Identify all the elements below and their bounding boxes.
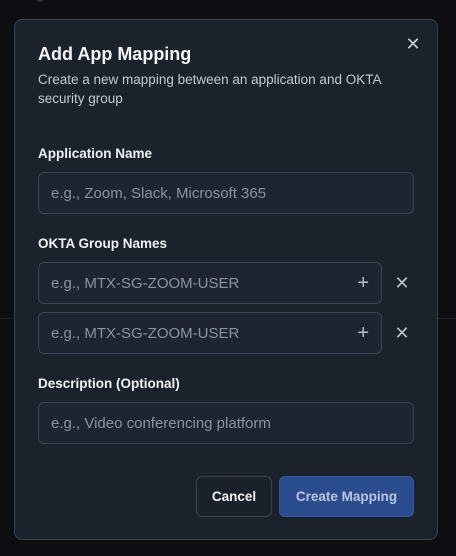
close-icon[interactable]: ✕: [403, 34, 423, 54]
okta-group-placeholder: e.g., MTX-SG-ZOOM-USER: [51, 324, 240, 342]
background-element: [36, 0, 44, 2]
remove-group-2-icon[interactable]: ✕: [392, 323, 412, 343]
description-label: Description (Optional): [38, 376, 180, 391]
okta-group-input-2[interactable]: e.g., MTX-SG-ZOOM-USER +: [38, 312, 382, 354]
okta-group-names-label: OKTA Group Names: [38, 236, 168, 251]
description-input[interactable]: e.g., Video conferencing platform: [38, 402, 414, 444]
application-name-placeholder: e.g., Zoom, Slack, Microsoft 365: [51, 184, 267, 202]
add-app-mapping-dialog: ✕ Add App Mapping Create a new mapping b…: [14, 19, 438, 540]
remove-group-1-icon[interactable]: ✕: [392, 273, 412, 293]
application-name-input[interactable]: e.g., Zoom, Slack, Microsoft 365: [38, 172, 414, 214]
dialog-subtitle: Create a new mapping between an applicat…: [38, 72, 381, 106]
cancel-button[interactable]: Cancel: [196, 476, 272, 517]
application-name-label: Application Name: [38, 146, 153, 161]
create-mapping-button[interactable]: Create Mapping: [279, 476, 414, 517]
okta-group-placeholder: e.g., MTX-SG-ZOOM-USER: [51, 274, 240, 292]
plus-icon[interactable]: +: [357, 273, 369, 293]
description-placeholder: e.g., Video conferencing platform: [51, 414, 271, 432]
okta-group-input-1[interactable]: e.g., MTX-SG-ZOOM-USER +: [38, 262, 382, 304]
dialog-title: Add App Mapping: [38, 44, 192, 64]
plus-icon[interactable]: +: [357, 323, 369, 343]
